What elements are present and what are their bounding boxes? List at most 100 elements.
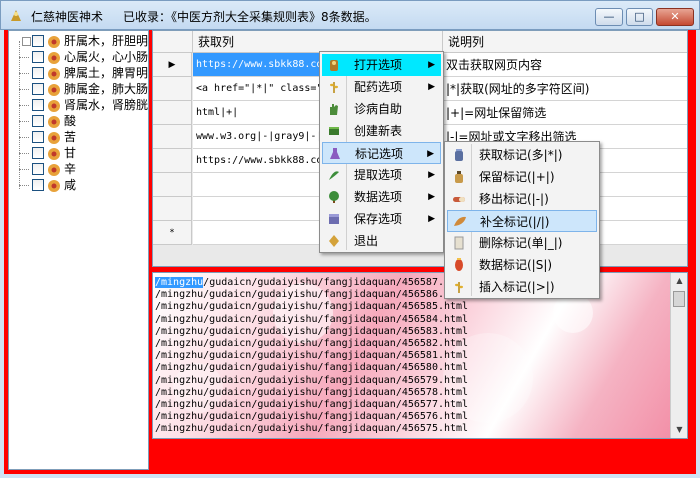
row-header[interactable] — [153, 173, 192, 197]
bokeh-decoration — [553, 293, 593, 333]
tree-item-label: 肝属木，肝胆明 — [64, 34, 149, 48]
tree-item-checkbox[interactable] — [32, 51, 44, 63]
minimize-button[interactable]: — — [595, 8, 623, 26]
menu-item-label: 打开选项 — [354, 58, 403, 72]
tree-item-label: 肾属水，肾膀胱 — [64, 98, 149, 112]
tree-item-checkbox[interactable] — [32, 83, 44, 95]
submenu-arrow-icon: ▶ — [428, 192, 435, 202]
close-button[interactable]: ✕ — [656, 8, 694, 26]
pill-icon — [451, 191, 467, 207]
menu-item-label: 删除标记(单|_|) — [479, 236, 563, 250]
scroll-icon — [326, 123, 342, 139]
tree-item-checkbox[interactable] — [32, 163, 44, 175]
expand-icon[interactable] — [22, 37, 31, 46]
scroll-up-icon[interactable]: ▲ — [671, 273, 687, 289]
tree-connector — [19, 89, 29, 90]
herb-icon — [326, 167, 342, 183]
menu-item[interactable]: 获取标记(多|*|) — [447, 144, 597, 166]
row-header[interactable] — [153, 197, 192, 221]
tree-item-checkbox[interactable] — [32, 35, 44, 47]
app-icon — [11, 10, 21, 21]
maximize-button[interactable]: □ — [626, 8, 653, 26]
row-header[interactable]: * — [153, 221, 192, 245]
flower-icon — [46, 162, 60, 176]
flower-icon — [46, 178, 60, 192]
tree-connector — [19, 153, 29, 154]
flask-icon — [327, 146, 343, 162]
menu-item-label: 提取选项 — [354, 168, 403, 182]
row-header[interactable] — [153, 149, 192, 173]
menu-item[interactable]: 补全标记(|/|) — [447, 210, 597, 232]
menu-item[interactable]: 移出标记(|-|) — [447, 188, 597, 210]
idol-icon — [326, 57, 342, 73]
url-line: /mingzhu/gudaicn/gudaiyishu/fangjidaquan… — [155, 301, 469, 313]
row-header[interactable] — [153, 125, 192, 149]
menu-item[interactable]: 打开选项 ▶ — [322, 54, 441, 76]
menu-item[interactable]: 标记选项 ▶ — [322, 142, 441, 164]
submenu-arrow-icon: ▶ — [428, 170, 435, 180]
menu-item[interactable]: 提取选项 ▶ — [322, 164, 441, 186]
tree-item[interactable]: 肺属金，肺大肠 — [9, 81, 148, 97]
tree-item[interactable]: 酸 — [9, 113, 148, 129]
menu-item[interactable]: 插入标记(|>|) — [447, 276, 597, 298]
menu-item[interactable]: 创建新表 — [322, 120, 441, 142]
menu-item[interactable]: 删除标记(单|_|) — [447, 232, 597, 254]
category-tree[interactable]: 肝属木，肝胆明 心属火，心小肠 脾属土，脾胃明 肺属金，肺大肠 肾属水，肾膀胱酸苦甘辛咸 — [8, 30, 149, 470]
menu-item-label: 插入标记(|>|) — [479, 280, 555, 294]
tree-item[interactable]: 咸 — [9, 177, 148, 193]
tree-item-label: 苦 — [64, 130, 77, 144]
scroll-down-icon[interactable]: ▼ — [671, 422, 687, 438]
menu-item-label: 退出 — [354, 234, 379, 248]
tree-item[interactable]: 心属火，心小肠 — [9, 49, 148, 65]
url-line: /mingzhu/gudaicn/gudaiyishu/fangjidaquan… — [155, 350, 469, 362]
menu-item[interactable]: 数据标记(|S|) — [447, 254, 597, 276]
url-line: /mingzhu/gudaicn/gudaiyishu/fangjidaquan… — [155, 338, 469, 350]
column-header-get[interactable]: 获取列 — [193, 31, 443, 53]
tree-item-label: 酸 — [64, 114, 77, 128]
tree-item-label: 辛 — [64, 162, 77, 176]
tree-item-checkbox[interactable] — [32, 67, 44, 79]
url-line: /mingzhu/gudaicn/gudaiyishu/fangjidaquan… — [155, 411, 469, 423]
menu-item[interactable]: 诊病自助 — [322, 98, 441, 120]
selected-text: /mingzhu — [155, 277, 204, 288]
menu-item[interactable]: 保留标记(|+|) — [447, 166, 597, 188]
tree-item[interactable]: 肾属水，肾膀胱 — [9, 97, 149, 113]
desc-cell[interactable]: 双击获取网页内容 — [443, 53, 687, 77]
tree-item-checkbox[interactable] — [32, 147, 44, 159]
row-header[interactable] — [153, 77, 192, 101]
menu-item[interactable]: 数据选项 ▶ — [322, 186, 441, 208]
flower-icon — [46, 34, 60, 48]
menu-item[interactable]: 配药选项 ▶ — [322, 76, 441, 98]
desc-cell[interactable]: |*|获取(网址的多字符区间) — [443, 77, 687, 101]
grid-header: 获取列 说明列 — [153, 31, 687, 53]
menu-item-label: 补全标记(|/|) — [480, 215, 550, 229]
tree-item-checkbox[interactable] — [32, 115, 44, 127]
tree-item-checkbox[interactable] — [32, 99, 44, 111]
url-line: /mingzhu/gudaicn/gudaiyishu/fangjidaquan… — [155, 313, 469, 325]
url-line: /mingzhu/gudaicn/gudaiyishu/fangjidaquan… — [155, 423, 469, 435]
flower-icon — [46, 130, 60, 144]
tree-item[interactable]: 脾属土，脾胃明 — [9, 65, 148, 81]
tree-item[interactable]: 肝属木，肝胆明 — [9, 33, 149, 49]
row-header[interactable]: ▶ — [153, 53, 192, 77]
desc-cell[interactable]: |+|=网址保留筛选 — [443, 101, 687, 125]
url-list-textarea[interactable]: /mingzhu/gudaicn/gudaiyishu/fangjidaquan… — [152, 272, 688, 439]
paper-icon — [451, 235, 467, 251]
column-header-desc[interactable]: 说明列 — [443, 31, 687, 53]
menu-item[interactable]: 保存选项 ▶ — [322, 208, 441, 230]
tree-connector — [19, 169, 29, 170]
tree-item-checkbox[interactable] — [32, 179, 44, 191]
tree-item[interactable]: 辛 — [9, 161, 148, 177]
grid-corner — [153, 31, 193, 53]
tree-item[interactable]: 甘 — [9, 145, 148, 161]
flower-icon — [46, 146, 60, 160]
url-line: /mingzhu/gudaicn/gudaiyishu/fangjidaquan… — [155, 325, 469, 337]
url-line: /mingzhu/gudaicn/gudaiyishu/fangjidaquan… — [155, 374, 469, 386]
tree-item[interactable]: 苦 — [9, 129, 148, 145]
tree-item-checkbox[interactable] — [32, 131, 44, 143]
scroll-thumb[interactable] — [673, 291, 685, 307]
menu-item-label: 获取标记(多|*|) — [479, 148, 563, 162]
textarea-scrollbar[interactable]: ▲ ▼ — [670, 273, 687, 438]
row-header[interactable] — [153, 101, 192, 125]
menu-item[interactable]: 退出 — [322, 230, 441, 252]
